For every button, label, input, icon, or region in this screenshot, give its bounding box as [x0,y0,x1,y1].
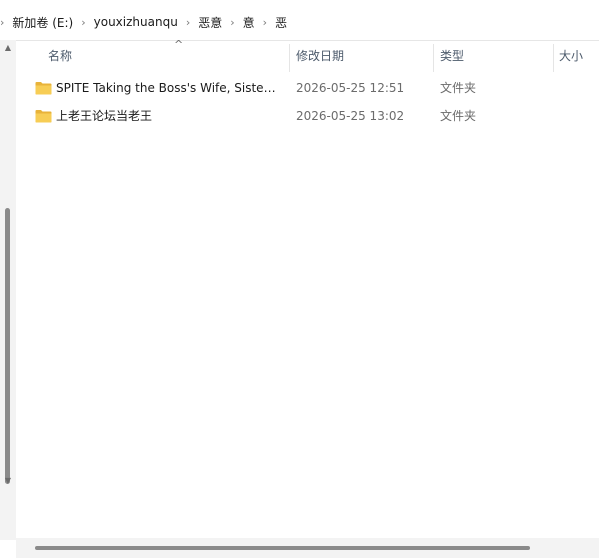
horizontal-scrollbar-thumb[interactable] [35,546,530,550]
column-header-date[interactable]: 修改日期 [296,40,344,72]
column-header-size[interactable]: 大小 [559,40,583,72]
breadcrumb-separator[interactable]: › [81,16,85,29]
column-divider[interactable] [289,44,290,72]
scroll-down-icon[interactable]: ▼ [3,476,13,486]
column-header-name[interactable]: 名称 [48,40,72,72]
file-date: 2026-05-25 13:02 [296,109,405,123]
breadcrumb: › 新加卷 (E:) › youxizhuanqu › 恶意 › 意 › 恶 [0,12,289,32]
column-header-row: ^ 名称 修改日期 类型 大小 [16,38,599,72]
breadcrumb-separator[interactable]: › [230,16,234,29]
breadcrumb-item-e[interactable]: 恶 [273,14,289,31]
file-date: 2026-05-25 12:51 [296,81,405,95]
breadcrumb-item-youxizhuanqu[interactable]: youxizhuanqu [92,15,180,29]
breadcrumb-separator[interactable]: › [263,16,267,29]
address-bar[interactable]: › 新加卷 (E:) › youxizhuanqu › 恶意 › 意 › 恶 [0,0,599,41]
file-list: SPITE Taking the Boss's Wife, Sister ...… [16,74,599,130]
column-divider[interactable] [553,44,554,72]
chevron-right-icon[interactable]: › [0,16,4,29]
breadcrumb-item-eyi[interactable]: 恶意 [196,14,224,31]
folder-icon [35,110,52,123]
column-header-type[interactable]: 类型 [440,40,464,72]
list-item[interactable]: 上老王论坛当老王 2026-05-25 13:02 文件夹 [16,102,599,130]
column-divider[interactable] [433,44,434,72]
breadcrumb-separator[interactable]: › [186,16,190,29]
file-name: 上老王论坛当老王 [56,109,153,123]
breadcrumb-item-drive[interactable]: 新加卷 (E:) [10,14,75,31]
file-name: SPITE Taking the Boss's Wife, Sister ... [56,81,278,95]
caret-up-icon: ^ [174,38,184,51]
file-type: 文件夹 [440,109,477,123]
list-item[interactable]: SPITE Taking the Boss's Wife, Sister ...… [16,74,599,102]
folder-icon [35,82,52,95]
vertical-scrollbar[interactable]: ▲ ▼ [0,40,16,540]
breadcrumb-item-yi[interactable]: 意 [241,14,257,31]
scrollbar-thumb[interactable] [5,208,10,484]
scroll-up-icon[interactable]: ▲ [3,43,13,53]
file-type: 文件夹 [440,81,477,95]
